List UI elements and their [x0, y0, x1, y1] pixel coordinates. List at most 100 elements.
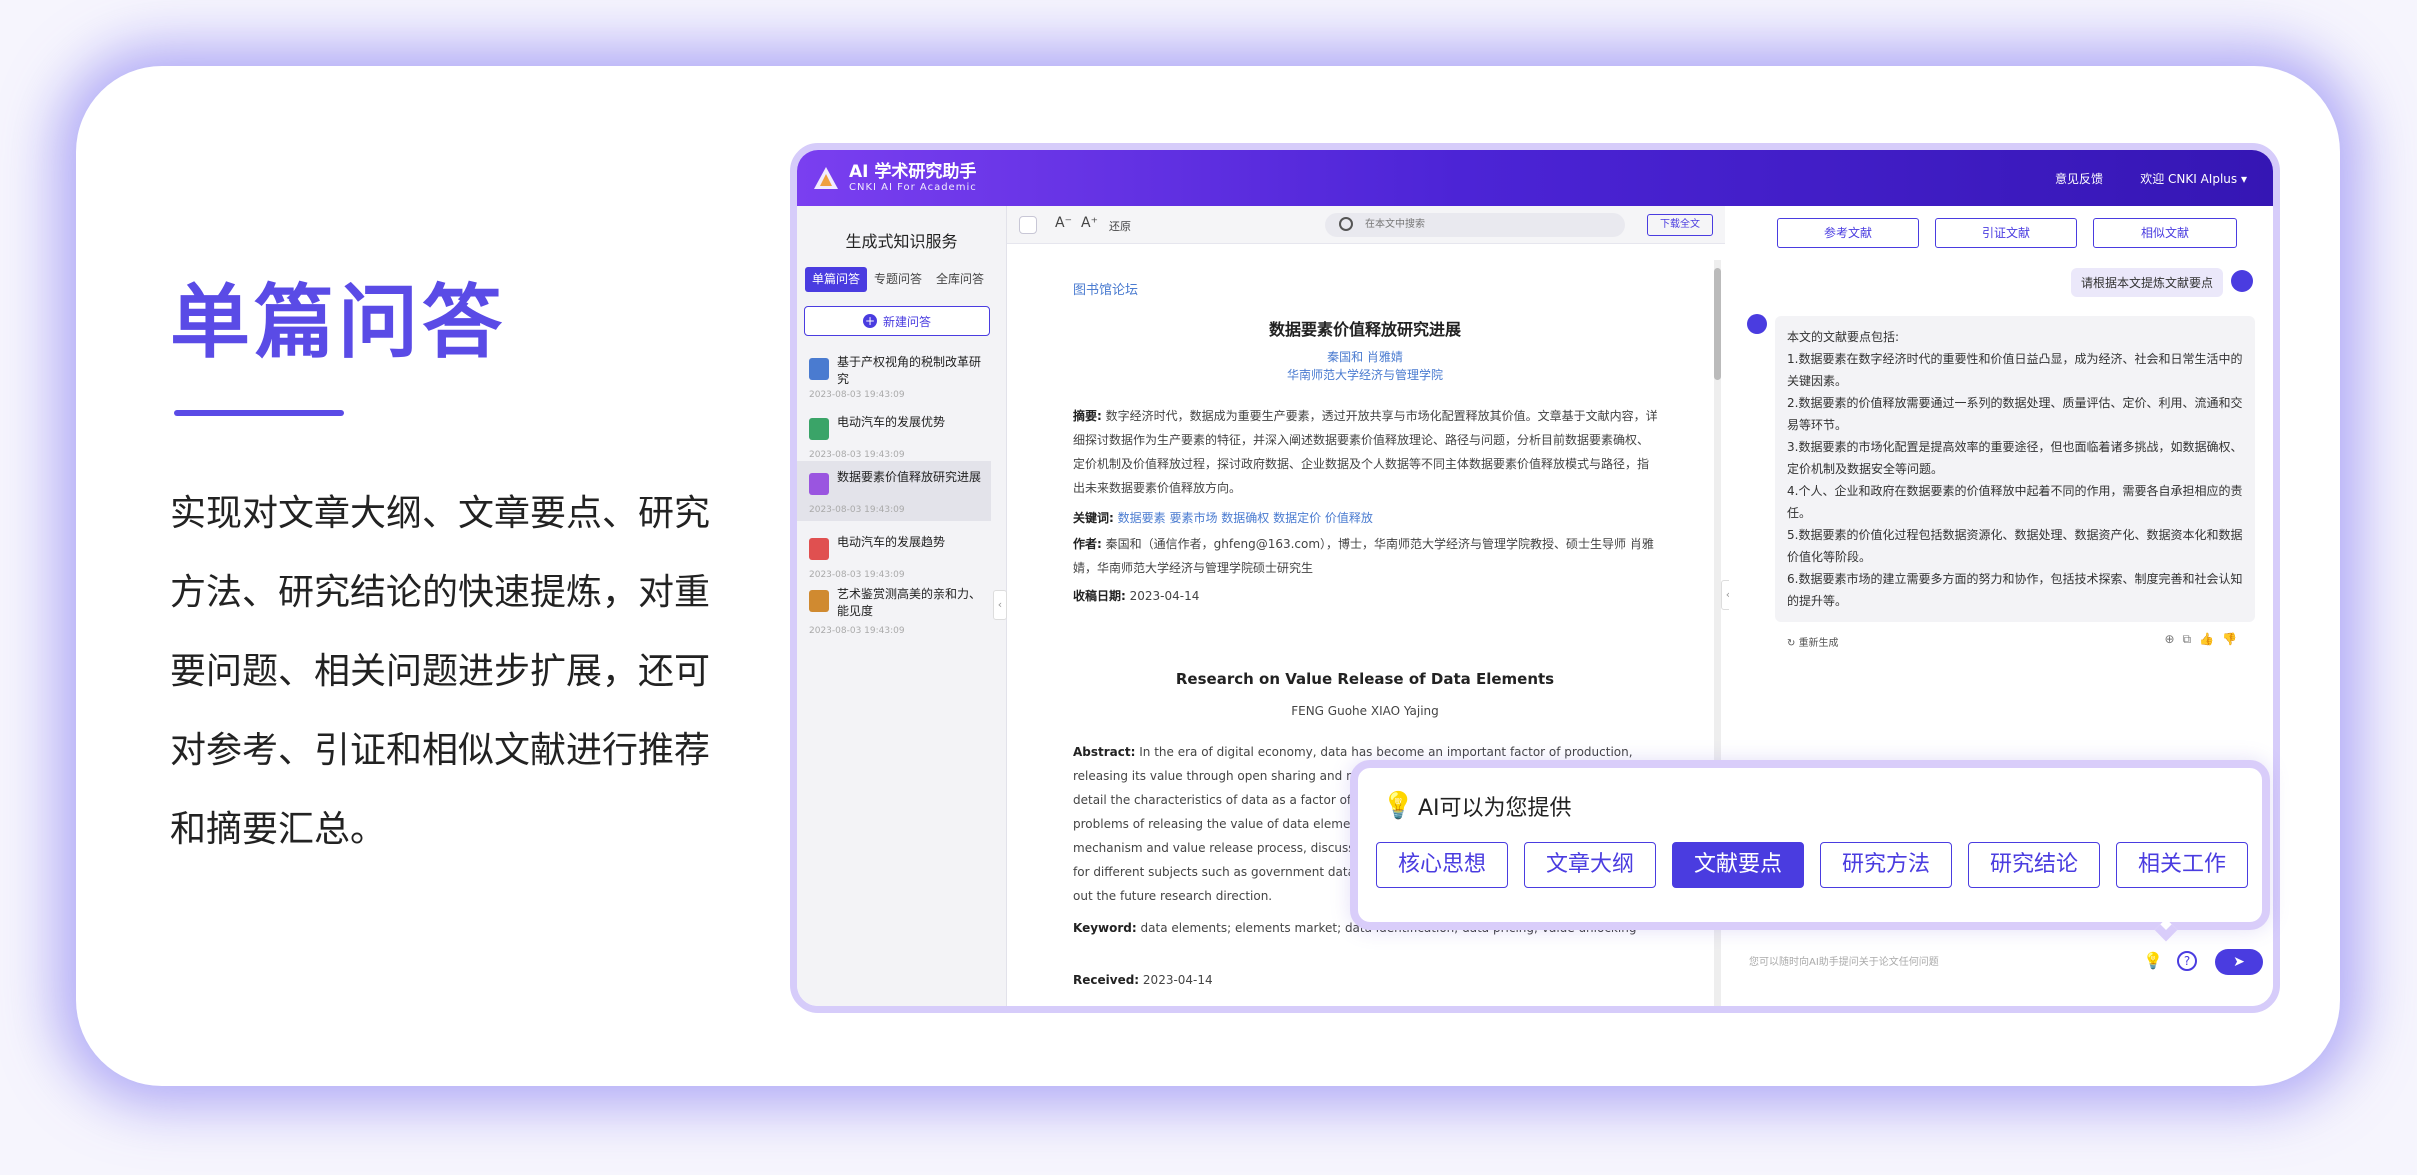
history-item[interactable]: 电动汽车的发展优势 2023-08-03 19:43:09	[797, 406, 991, 466]
answer-line: 5.数据要素的价值化过程包括数据资源化、数据处理、数据资产化、数据资本化和数据价…	[1787, 528, 2243, 564]
received-en-date: 2023-04-14	[1142, 973, 1213, 987]
sidebar-heading: 生成式知识服务	[845, 232, 958, 251]
app-title: AI 学术研究助手	[849, 162, 977, 182]
history-item[interactable]: 电动汽车的发展趋势 2023-08-03 19:43:09	[797, 526, 991, 586]
reader-toolbar: A⁻ A⁺ 还原 在本文中搜索 下载全文	[1007, 206, 1725, 244]
add-note-icon[interactable]: ⊕	[2164, 632, 2182, 646]
received-cn: 收稿日期: 2023-04-14	[1073, 584, 1659, 608]
feedback-link[interactable]: 意见反馈	[2055, 170, 2103, 187]
font-decrease-icon[interactable]: A⁻	[1055, 215, 1072, 231]
feature-description: 实现对文章大纲、文章要点、研究方法、研究结论的快速提炼，对重要问题、相关问题进步…	[170, 493, 711, 850]
sidebar-tabs: 单篇问答 专题问答 全库问答	[805, 267, 991, 292]
document-icon	[809, 538, 829, 560]
chip-methods[interactable]: 研究方法	[1820, 842, 1952, 888]
history-title: 基于产权视角的税制改革研究	[837, 355, 982, 386]
keywords-label: 关键词:	[1073, 511, 1114, 525]
received-date: 2023-04-14	[1129, 589, 1200, 603]
chip-core-idea[interactable]: 核心思想	[1376, 842, 1508, 888]
logo-icon	[814, 167, 838, 189]
references-button[interactable]: 参考文献	[1777, 218, 1919, 248]
answer-actions: ⊕⧉👍👎	[2164, 632, 2245, 647]
lightbulb-icon: 💡	[1382, 791, 1415, 821]
affiliation-cn[interactable]: 华南师范大学经济与管理学院	[1015, 366, 1715, 383]
document-icon	[809, 358, 829, 380]
document-icon	[809, 418, 829, 440]
history-item-selected[interactable]: 数据要素价值释放研究进展 2023-08-03 19:43:09	[797, 461, 991, 521]
answer-line: 2.数据要素的价值释放需要通过一系列的数据处理、质量评估、定价、利用、流通和交易…	[1787, 396, 2243, 432]
paper-title-cn: 数据要素价值释放研究进展	[1268, 320, 1461, 339]
new-question-button[interactable]: + 新建问答	[804, 306, 990, 336]
chip-conclusions[interactable]: 研究结论	[1968, 842, 2100, 888]
lightbulb-icon[interactable]: 💡	[2143, 951, 2163, 970]
thumbs-down-icon[interactable]: 👎	[2222, 632, 2245, 646]
author-info: 作者: 秦国和（通信作者，ghfeng@163.com），博士，华南师范大学经济…	[1073, 532, 1659, 580]
author-text: 秦国和（通信作者，ghfeng@163.com），博士，华南师范大学经济与管理学…	[1073, 537, 1654, 575]
history-item[interactable]: 艺术鉴赏测高美的亲和力、能见度 2023-08-03 19:43:09	[797, 578, 991, 642]
help-icon[interactable]: ?	[2177, 951, 2197, 971]
history-item[interactable]: 基于产权视角的税制改革研究 2023-08-03 19:43:09	[797, 346, 991, 406]
user-avatar	[2231, 270, 2253, 292]
top-bar: AI 学术研究助手 CNKI AI For Academic 意见反馈 欢迎 C…	[797, 150, 2273, 206]
download-button[interactable]: 下载全文	[1647, 214, 1713, 236]
authors-cn[interactable]: 秦国和 肖雅婧	[1015, 348, 1715, 365]
send-button[interactable]: ➤	[2215, 949, 2263, 975]
paper-title-en: Research on Value Release of Data Elemen…	[1175, 670, 1555, 688]
answer-line: 4.个人、企业和政府在数据要素的价值释放中起着不同的作用，需要各自承担相应的责任…	[1787, 484, 2243, 520]
font-increase-icon[interactable]: A⁺	[1081, 215, 1098, 231]
authors-en[interactable]: FENG Guohe XIAO Yajing	[1015, 704, 1715, 718]
new-question-label: 新建问答	[882, 314, 931, 329]
history-title: 电动汽车的发展趋势	[837, 535, 946, 549]
history-date: 2023-08-03 19:43:09	[809, 390, 905, 400]
copy-icon[interactable]: ⧉	[2183, 632, 2200, 646]
abstract-text: 数字经济时代，数据成为重要生产要素，透过开放共享与市场化配置释放其价值。文章基于…	[1073, 409, 1658, 495]
ai-suggestions-popup: 💡 AI可以为您提供 核心思想 文章大纲 文献要点 研究方法 研究结论 相关工作	[1350, 760, 2270, 942]
user-message: 请根据本文提炼文献要点	[2070, 268, 2223, 297]
collapse-sidebar-button[interactable]: ‹	[993, 590, 1007, 620]
author-label: 作者:	[1073, 537, 1102, 551]
outline-icon[interactable]	[1019, 216, 1037, 234]
feature-title: 单篇问答	[170, 276, 506, 369]
title-underline	[174, 410, 344, 416]
journal-name[interactable]: 图书馆论坛	[1073, 279, 1138, 298]
search-placeholder: 在本文中搜索	[1365, 219, 1425, 230]
sidebar: 生成式知识服务 单篇问答 专题问答 全库问答 + 新建问答 基于产权视角的税制改革…	[797, 206, 1007, 1006]
tab-single-qa[interactable]: 单篇问答	[805, 267, 867, 292]
answer-line: 本文的文献要点包括:	[1787, 330, 1900, 344]
thumbs-up-icon[interactable]: 👍	[2199, 632, 2222, 646]
history-title: 电动汽车的发展优势	[837, 415, 946, 429]
history-date: 2023-08-03 19:43:09	[809, 626, 905, 636]
keywords-text[interactable]: 数据要素 要素市场 数据确权 数据定价 价值释放	[1118, 511, 1373, 525]
answer-line: 6.数据要素市场的建立需要多方面的努力和协作，包括技术探索、制度完善和社会认知的…	[1787, 572, 2243, 608]
document-icon	[809, 590, 829, 612]
abstract-cn: 摘要: 数字经济时代，数据成为重要生产要素，透过开放共享与市场化配置释放其价值。…	[1073, 404, 1659, 500]
tab-topic-qa[interactable]: 专题问答	[867, 267, 929, 292]
chip-related-work[interactable]: 相关工作	[2116, 842, 2248, 888]
assistant-avatar	[1747, 314, 1767, 334]
answer-line: 3.数据要素的市场化配置是提高效率的重要途径，但也面临着诸多挑战，如数据确权、定…	[1787, 440, 2243, 476]
chat-input-bar: 您可以随时向AI助手提问关于论文任何问题 💡 ? ➤	[1729, 945, 2273, 995]
tab-library-qa[interactable]: 全库问答	[929, 267, 991, 292]
regenerate-button[interactable]: ↻ 重新生成	[1787, 634, 1839, 649]
keywords-cn: 关键词: 数据要素 要素市场 数据确权 数据定价 价值释放	[1073, 506, 1659, 530]
app-subtitle: CNKI AI For Academic	[849, 182, 977, 193]
citations-button[interactable]: 引证文献	[1935, 218, 2077, 248]
assistant-answer: 本文的文献要点包括: 1.数据要素在数字经济时代的重要性和价值日益凸显，成为经济…	[1775, 316, 2255, 622]
user-menu[interactable]: 欢迎 CNKI AIplus ▾	[2140, 170, 2247, 187]
popup-heading-text: AI可以为您提供	[1418, 796, 1572, 821]
history-title: 艺术鉴赏测高美的亲和力、能见度	[837, 587, 982, 618]
keyword-en-label: Keyword:	[1073, 921, 1137, 935]
history-date: 2023-08-03 19:43:09	[809, 505, 905, 515]
search-input[interactable]: 在本文中搜索	[1325, 213, 1625, 237]
chip-outline[interactable]: 文章大纲	[1524, 842, 1656, 888]
received-label: 收稿日期:	[1073, 589, 1126, 603]
suggestion-chips: 核心思想 文章大纲 文献要点 研究方法 研究结论 相关工作	[1376, 842, 2248, 888]
history-title: 数据要素价值释放研究进展	[837, 470, 982, 484]
answer-line: 1.数据要素在数字经济时代的重要性和价值日益凸显，成为经济、社会和日常生活中的关…	[1787, 352, 2243, 388]
regenerate-label: 重新生成	[1798, 638, 1839, 649]
chat-input[interactable]: 您可以随时向AI助手提问关于论文任何问题	[1749, 953, 2049, 968]
chip-key-points[interactable]: 文献要点	[1672, 842, 1804, 888]
similar-docs-button[interactable]: 相似文献	[2093, 218, 2237, 248]
received-en: Received: 2023-04-14	[1073, 968, 1659, 992]
abstract-en-label: Abstract:	[1073, 745, 1136, 759]
restore-button[interactable]: 还原	[1109, 218, 1131, 234]
